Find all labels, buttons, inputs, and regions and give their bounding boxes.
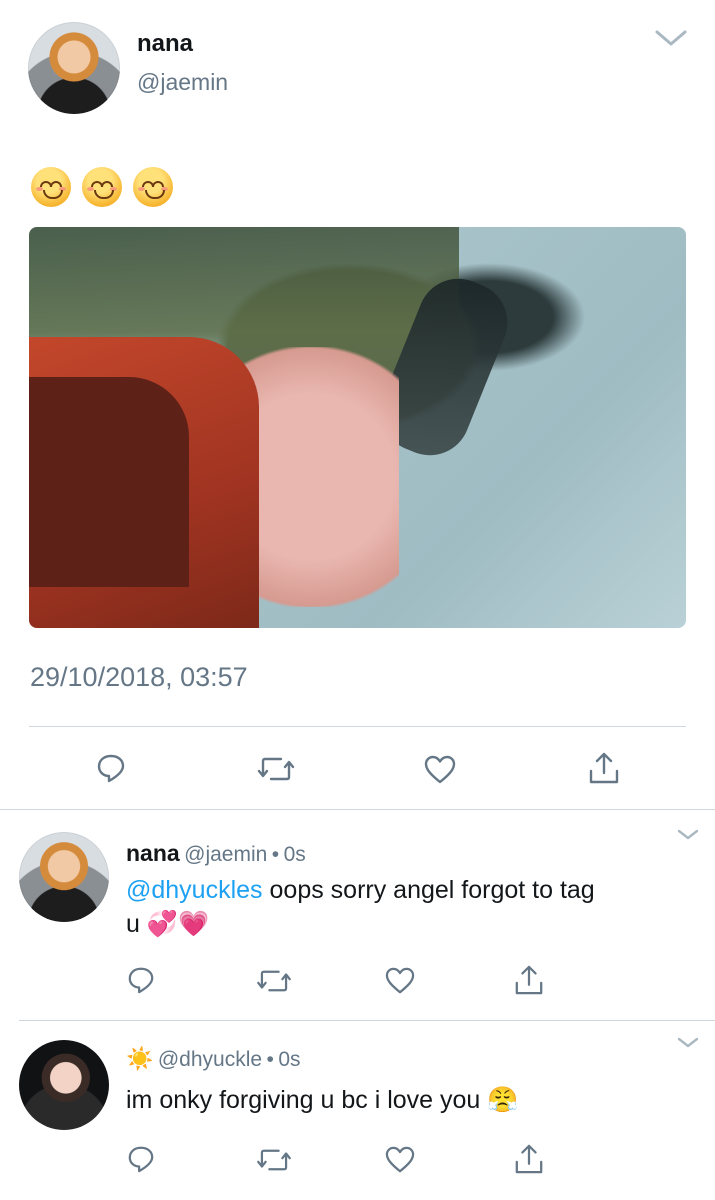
divider <box>19 1020 715 1021</box>
reply-text: im onky forgiving u bc i love you 😤 <box>126 1086 519 1114</box>
heart-icon[interactable] <box>424 755 456 785</box>
avatar[interactable] <box>19 832 109 922</box>
divider <box>0 809 715 810</box>
avatar[interactable] <box>19 1040 109 1130</box>
dot-separator: • <box>271 843 280 866</box>
user-handle[interactable]: @jaemin <box>137 69 228 96</box>
display-name[interactable]: ☀️ <box>126 1046 153 1071</box>
mention-link[interactable]: @dhyuckles <box>126 876 263 904</box>
reply-icon[interactable] <box>127 1145 155 1173</box>
retweet-icon[interactable] <box>256 1147 292 1173</box>
chevron-down-icon[interactable] <box>676 1036 700 1050</box>
reply-header: nana @jaemin • 0s <box>126 840 306 867</box>
chevron-down-icon[interactable] <box>654 28 688 48</box>
user-handle[interactable]: @dhyuckle <box>158 1048 262 1071</box>
reply-icon[interactable] <box>127 966 155 994</box>
avatar[interactable] <box>28 22 120 114</box>
dot-separator: • <box>266 1048 274 1071</box>
share-icon[interactable] <box>514 964 544 996</box>
retweet-icon[interactable] <box>257 755 295 783</box>
retweet-icon[interactable] <box>256 968 292 994</box>
reply-time: 0s <box>283 843 306 866</box>
reply-text: @dhyuckles oops sorry angel forgot to ta… <box>126 876 595 938</box>
share-icon[interactable] <box>514 1143 544 1175</box>
reply-icon[interactable] <box>96 753 126 783</box>
tweet-text: 😊😊😊 <box>31 167 191 209</box>
heart-icon[interactable] <box>385 1146 415 1174</box>
chevron-down-icon[interactable] <box>676 828 700 842</box>
tweet-timestamp: 29/10/2018, 03:57 <box>30 662 248 692</box>
share-icon[interactable] <box>588 751 620 785</box>
display-name[interactable]: nana <box>137 30 193 58</box>
reply-time: 0s <box>278 1048 301 1071</box>
divider <box>29 726 686 727</box>
tweet-photo[interactable] <box>29 227 686 628</box>
heart-icon[interactable] <box>385 967 415 995</box>
reply-header: ☀️ @dhyuckle • 0s <box>126 1046 301 1072</box>
user-handle[interactable]: @jaemin <box>184 843 267 866</box>
display-name[interactable]: nana <box>126 840 180 866</box>
